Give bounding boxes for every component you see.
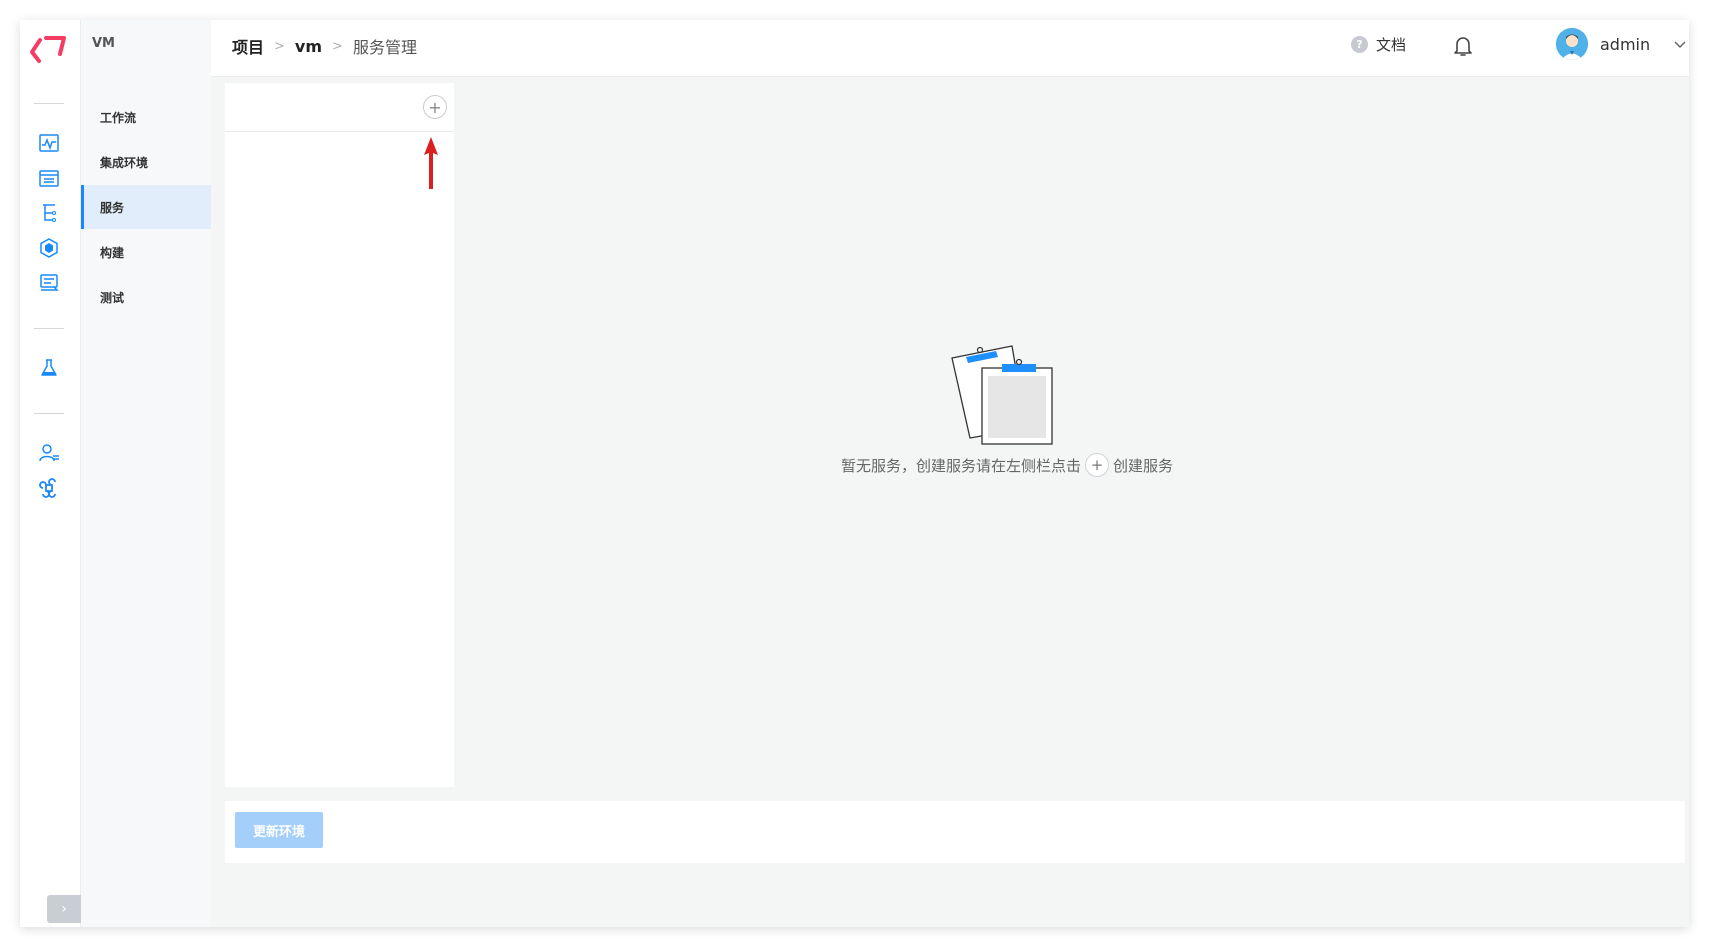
project-sidebar: VM 工作流 集成环境 服务 构建 测试 — [81, 20, 211, 927]
breadcrumb-projects-link[interactable]: 项目 — [232, 34, 264, 58]
breadcrumb-project-link[interactable]: vm — [295, 37, 322, 56]
delivery-board-icon[interactable] — [37, 271, 61, 295]
docs-link[interactable]: ? 文档 — [1351, 34, 1406, 55]
top-header: 项目 > vm > 服务管理 ? 文档 admin — [211, 20, 1689, 77]
breadcrumb: 项目 > vm > 服务管理 — [232, 34, 417, 58]
footer-bar: 更新环境 — [225, 801, 1685, 863]
empty-text-before: 暂无服务，创建服务请在左侧栏点击 — [841, 456, 1082, 475]
nav-item-service[interactable]: 服务 — [81, 185, 211, 229]
nav-item-workflow[interactable]: 工作流 — [81, 95, 211, 139]
avatar — [1556, 28, 1588, 60]
breadcrumb-separator: > — [274, 38, 285, 54]
user-menu[interactable]: admin — [1556, 28, 1650, 60]
rail-divider — [34, 328, 64, 329]
rail-divider — [34, 413, 64, 414]
pulse-chart-icon[interactable] — [37, 131, 61, 155]
service-list-panel: + — [225, 83, 454, 787]
add-service-button[interactable]: + — [423, 95, 447, 119]
empty-text-after: 创建服务 — [1113, 456, 1174, 475]
flask-icon[interactable] — [37, 356, 61, 380]
service-list-toolbar: + — [225, 83, 454, 132]
koderover-logo-icon[interactable] — [28, 32, 68, 66]
empty-clipboard-illustration-icon — [946, 342, 1056, 447]
project-title: VM — [92, 36, 115, 51]
expand-sidebar-button[interactable]: › — [47, 895, 81, 923]
service-management-content: + 暂无服务，创建服务请在左侧栏点击 + 创建服务 更新环境 — [211, 77, 1689, 927]
global-sidebar: › — [20, 20, 81, 927]
empty-state-message: 暂无服务，创建服务请在左侧栏点击 + 创建服务 — [841, 453, 1173, 477]
docs-label: 文档 — [1376, 36, 1407, 54]
chevron-down-icon[interactable] — [1672, 34, 1688, 54]
update-environment-button[interactable]: 更新环境 — [235, 812, 323, 848]
project-list-icon[interactable] — [37, 166, 61, 190]
tree-structure-icon[interactable] — [37, 201, 61, 225]
nav-item-build[interactable]: 构建 — [81, 230, 211, 274]
red-arrow-annotation-icon — [421, 133, 441, 193]
inline-add-service-button[interactable]: + — [1085, 453, 1110, 477]
user-list-icon[interactable] — [37, 441, 61, 465]
breadcrumb-current-page: 服务管理 — [352, 38, 417, 57]
nav-item-environment[interactable]: 集成环境 — [81, 140, 211, 184]
help-circle-icon: ? — [1351, 36, 1368, 53]
rail-divider — [34, 103, 64, 104]
nav-item-test[interactable]: 测试 — [81, 275, 211, 319]
hexagon-cube-icon[interactable] — [37, 236, 61, 260]
breadcrumb-separator: > — [332, 38, 343, 54]
username-label: admin — [1600, 34, 1651, 54]
bell-icon[interactable] — [1452, 34, 1474, 58]
app-window: › VM 工作流 集成环境 服务 构建 测试 项目 > vm > 服务管理 ? … — [20, 20, 1689, 927]
command-icon[interactable] — [37, 476, 61, 500]
